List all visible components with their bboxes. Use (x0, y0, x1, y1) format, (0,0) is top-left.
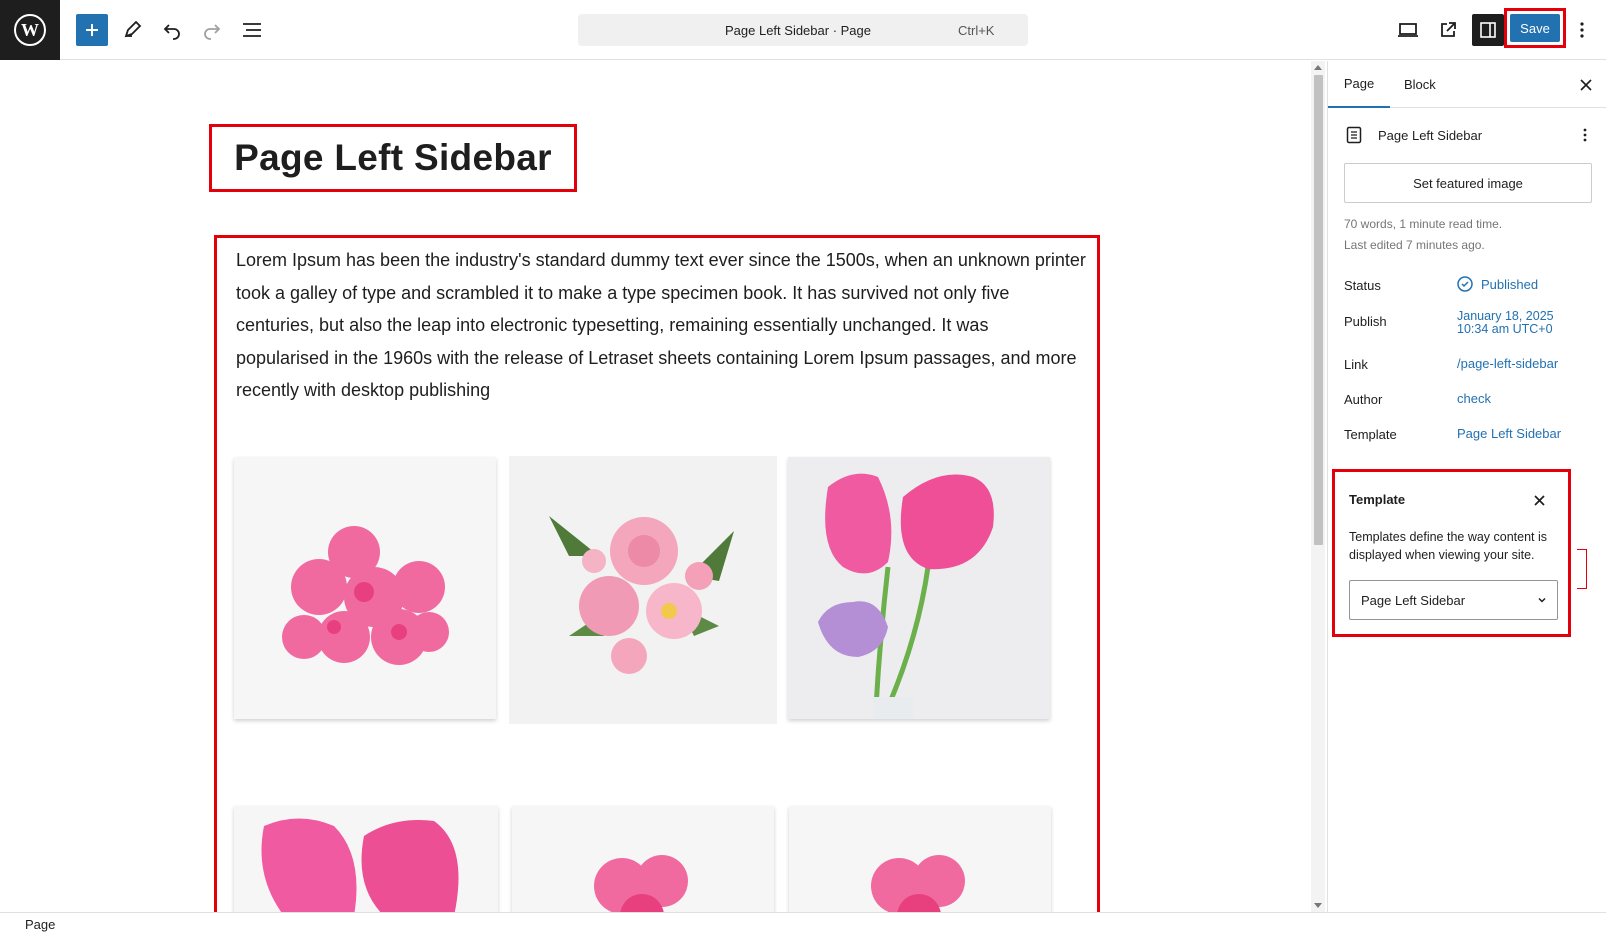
template-selected-value: Page Left Sidebar (1361, 592, 1466, 608)
title-highlight: Page Left Sidebar (209, 124, 577, 192)
settings-sidebar-toggle-icon[interactable] (1472, 14, 1504, 46)
save-button[interactable]: Save (1510, 14, 1560, 42)
paragraph-block[interactable]: Lorem Ipsum has been the industry's stan… (236, 244, 1086, 407)
template-popover: Template Templates define the way conten… (1332, 469, 1571, 637)
status-label: Status (1344, 278, 1381, 293)
save-button-highlight: Save (1504, 8, 1566, 48)
wordpress-logo-icon[interactable]: W (0, 0, 60, 60)
publish-date-button[interactable]: January 18, 2025 10:34 am UTC+0 (1457, 310, 1554, 336)
editor-footer: Page (0, 912, 1606, 936)
close-sidebar-icon[interactable] (1576, 75, 1596, 95)
editor-toolbar: W Page Left Sidebar · Page Ctrl+K Save (0, 0, 1606, 60)
link-label: Link (1344, 357, 1368, 372)
settings-sidebar: Page Block Page Left Sidebar Set feature… (1327, 61, 1606, 912)
content-highlight: Lorem Ipsum has been the industry's stan… (214, 235, 1100, 912)
published-check-icon (1457, 276, 1473, 292)
tab-block[interactable]: Block (1404, 61, 1444, 108)
gallery-image-rose-bouquet[interactable] (509, 456, 777, 724)
close-popover-icon[interactable] (1529, 490, 1549, 510)
command-palette[interactable]: Page Left Sidebar · Page Ctrl+K (578, 14, 1028, 46)
command-palette-title: Page Left Sidebar · Page (725, 22, 871, 38)
template-label: Template (1344, 427, 1397, 442)
chevron-down-icon (1537, 595, 1547, 605)
template-description: Templates define the way content is disp… (1349, 530, 1548, 562)
options-menu-icon[interactable] (1566, 14, 1598, 46)
set-featured-image-button[interactable]: Set featured image (1344, 163, 1592, 203)
edit-pencil-icon[interactable] (116, 14, 148, 46)
author-value[interactable]: check (1457, 391, 1491, 406)
publish-label: Publish (1344, 314, 1387, 329)
document-title: Page Left Sidebar (1378, 127, 1483, 143)
template-popover-title: Template (1349, 492, 1406, 507)
editor-canvas: Page Left Sidebar Lorem Ipsum has been t… (0, 61, 1310, 912)
template-value[interactable]: Page Left Sidebar (1457, 426, 1561, 441)
author-label: Author (1344, 392, 1383, 407)
page-document-icon (1344, 125, 1364, 145)
document-actions-icon[interactable] (1578, 128, 1592, 142)
last-edited-text: Last edited 7 minutes ago. (1344, 238, 1485, 252)
template-select[interactable]: Page Left Sidebar (1349, 580, 1558, 620)
redo-icon[interactable] (196, 14, 228, 46)
background-highlight-edge (1577, 549, 1587, 589)
tab-page[interactable]: Page (1328, 61, 1390, 108)
scroll-down-icon[interactable] (1314, 903, 1322, 908)
page-title[interactable]: Page Left Sidebar (234, 137, 552, 179)
status-value[interactable]: Published (1457, 276, 1538, 292)
command-shortcut: Ctrl+K (958, 22, 995, 38)
gallery-image-geranium[interactable] (234, 457, 496, 719)
word-count-text: 70 words, 1 minute read time. (1344, 217, 1503, 231)
add-block-button[interactable] (76, 14, 108, 46)
status-text: Published (1481, 276, 1539, 292)
svg-text:W: W (21, 20, 39, 40)
view-page-external-icon[interactable] (1432, 14, 1464, 46)
document-summary: Page Left Sidebar (1344, 123, 1592, 147)
gallery-image-geranium-3[interactable] (789, 806, 1051, 912)
gallery-image-pink-tulip-closeup[interactable] (234, 806, 498, 912)
gallery-image-pink-tulips[interactable] (788, 457, 1050, 719)
document-overview-icon[interactable] (236, 14, 268, 46)
breadcrumb[interactable]: Page (25, 917, 55, 932)
scroll-up-icon[interactable] (1314, 65, 1322, 70)
gallery-image-geranium-2[interactable] (512, 806, 774, 912)
undo-icon[interactable] (156, 14, 188, 46)
link-value[interactable]: /page-left-sidebar (1457, 356, 1558, 371)
sidebar-tabs: Page Block (1328, 61, 1606, 108)
preview-device-icon[interactable] (1392, 14, 1424, 46)
publish-time: 10:34 am UTC+0 (1457, 322, 1553, 336)
scroll-thumb[interactable] (1314, 75, 1323, 545)
canvas-scrollbar[interactable] (1311, 61, 1325, 912)
